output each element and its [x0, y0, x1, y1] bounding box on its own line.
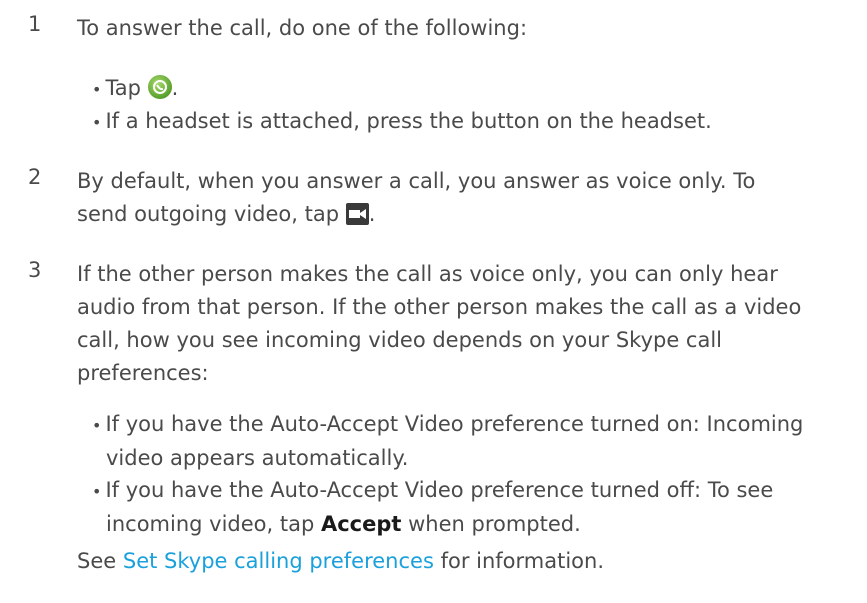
step-number-1: 1	[28, 12, 42, 36]
step-2-text: By default, when you answer a call, you …	[77, 169, 756, 226]
step-3-bullet-1: • If you have the Auto-Accept Video prefe…	[92, 412, 804, 470]
set-skype-calling-preferences-link[interactable]: Set Skype calling preferences	[123, 549, 434, 573]
answer-call-icon	[147, 75, 172, 99]
step-number-3: 3	[28, 258, 42, 282]
step-1-bullet-1: • Tap .	[92, 75, 179, 100]
step-1-bullet-2: • If a headset is attached, press the but…	[92, 109, 712, 133]
step-1-text: To answer the call, do one of the follow…	[77, 16, 528, 40]
bullet-dot: •	[92, 113, 102, 132]
accept-label: Accept	[320, 512, 402, 536]
see-also-text: See Set Skype calling preferences for in…	[77, 549, 605, 573]
bullet-dot: •	[92, 416, 102, 435]
bullet-dot: •	[92, 80, 102, 99]
step-number-2: 2	[28, 165, 42, 189]
bullet-dot: •	[92, 482, 102, 501]
step-3-bullet-2: • If you have the Auto-Accept Video prefe…	[92, 478, 774, 536]
step-3-text: If the other person makes the call as vo…	[77, 262, 802, 385]
video-camera-icon	[345, 203, 369, 225]
